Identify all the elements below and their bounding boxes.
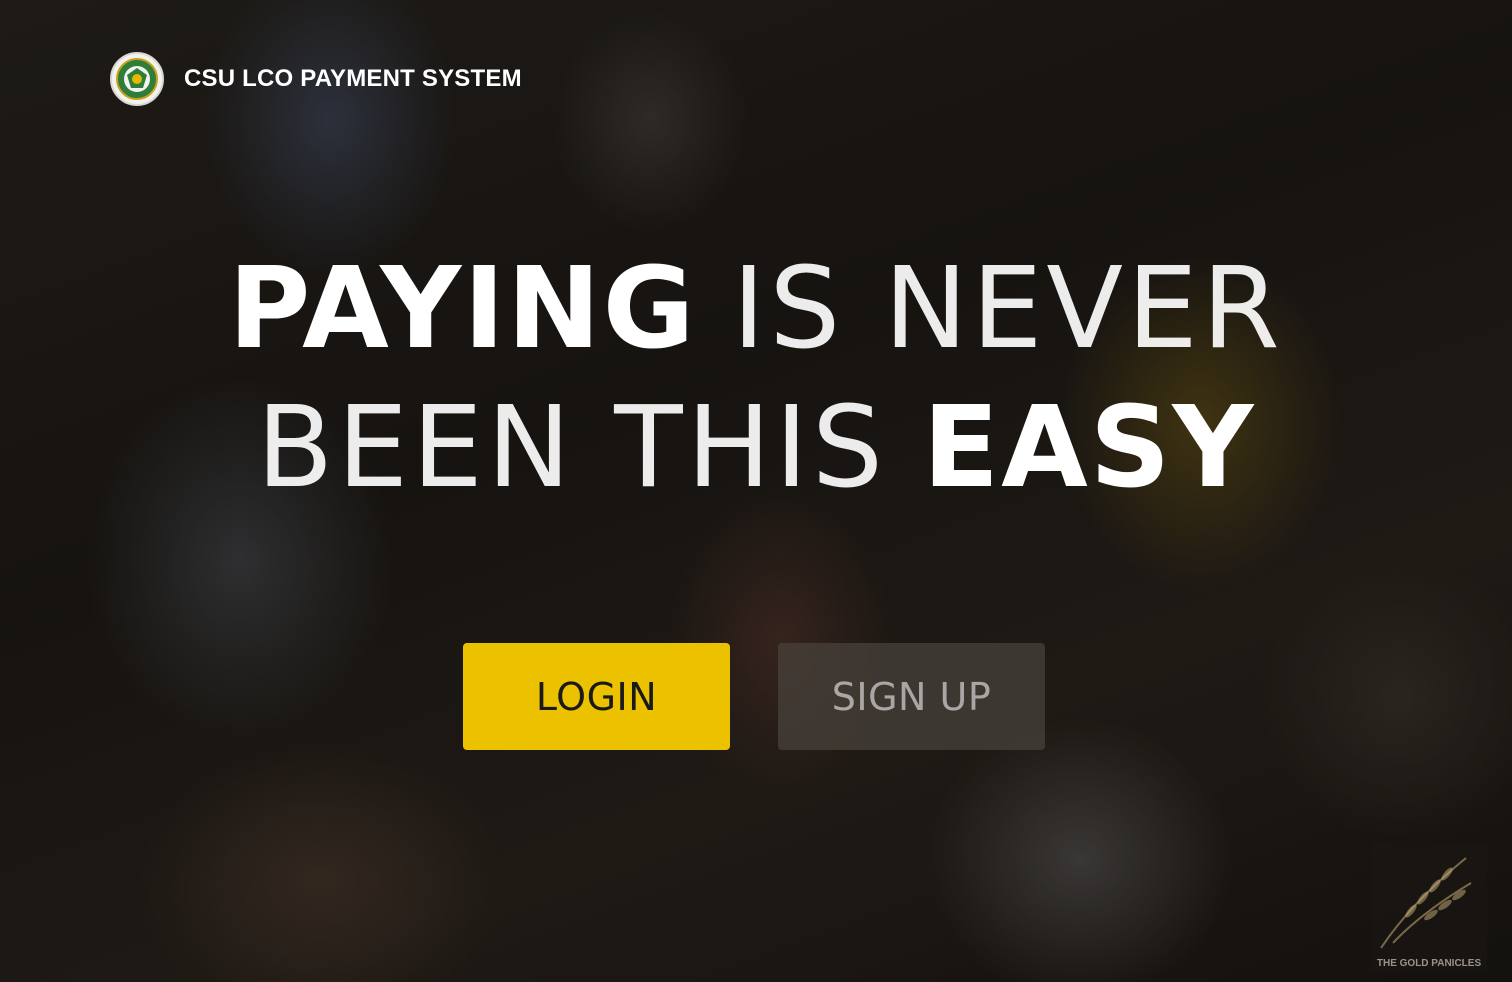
hero-line-2: BEEN THIS EASY xyxy=(0,392,1512,504)
watermark-text: THE GOLD PANICLES xyxy=(1376,958,1482,969)
brand[interactable]: CSU LCO PAYMENT SYSTEM xyxy=(110,52,522,106)
university-seal-icon[interactable] xyxy=(110,52,164,106)
hero-word-paying: PAYING xyxy=(228,244,697,374)
app-title: CSU LCO PAYMENT SYSTEM xyxy=(184,65,522,92)
login-button[interactable]: LOGIN xyxy=(463,643,730,750)
hero-word-easy: EASY xyxy=(922,383,1256,513)
hero-line-1: PAYING IS NEVER xyxy=(0,253,1512,365)
landing-page: CSU LCO PAYMENT SYSTEM PAYING IS NEVER B… xyxy=(0,0,1512,982)
hero-text-been-this: BEEN THIS xyxy=(256,383,887,513)
watermark: THE GOLD PANICLES xyxy=(1371,843,1487,971)
signup-button[interactable]: SIGN UP xyxy=(778,643,1045,750)
hero-text-is-never: IS NEVER xyxy=(732,244,1284,374)
wheat-icon xyxy=(1380,857,1472,949)
